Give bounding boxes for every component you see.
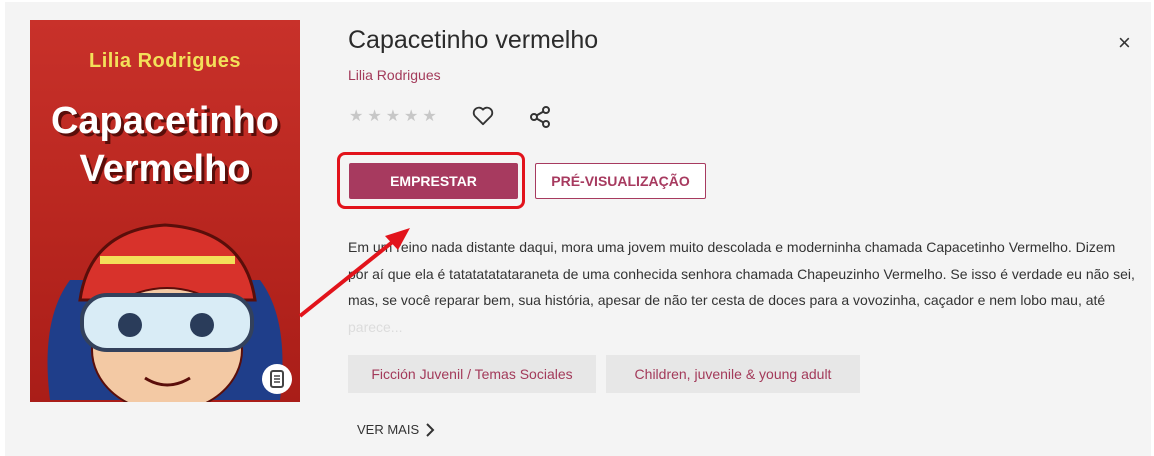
cover-title-line2: Vermelho xyxy=(79,148,251,190)
rating-stars[interactable]: ★★★★★ xyxy=(349,106,441,126)
preview-button[interactable]: PRÉ-VISUALIZAÇÃO xyxy=(535,163,706,199)
close-icon[interactable]: × xyxy=(1118,30,1131,56)
borrow-button-highlight xyxy=(337,152,525,209)
description-faded-text: parece... xyxy=(348,318,403,335)
tag-ficcion-juvenil[interactable]: Ficción Juvenil / Temas Sociales xyxy=(348,355,596,393)
document-icon[interactable] xyxy=(262,364,292,394)
cover-author: Lilia Rodrigues xyxy=(89,50,241,72)
see-more-label: VER MAIS xyxy=(357,422,420,437)
chevron-right-icon xyxy=(426,422,435,437)
book-cover[interactable]: Lilia Rodrigues Capacetinho Vermelho xyxy=(30,20,300,402)
author-link[interactable]: Lilia Rodrigues xyxy=(348,67,441,83)
heart-icon[interactable] xyxy=(472,106,494,131)
cover-title-line1: Capacetinho xyxy=(50,100,280,142)
book-description: Em um reino nada distante daqui, mora um… xyxy=(348,234,1138,340)
see-more-link[interactable]: VER MAIS xyxy=(357,422,435,437)
book-title: Capacetinho vermelho xyxy=(348,26,599,54)
cover-illustration xyxy=(47,223,283,402)
description-text: Em um reino nada distante daqui, mora um… xyxy=(348,239,1135,308)
tag-children-juvenile[interactable]: Children, juvenile & young adult xyxy=(606,355,860,393)
share-icon[interactable] xyxy=(529,106,551,133)
